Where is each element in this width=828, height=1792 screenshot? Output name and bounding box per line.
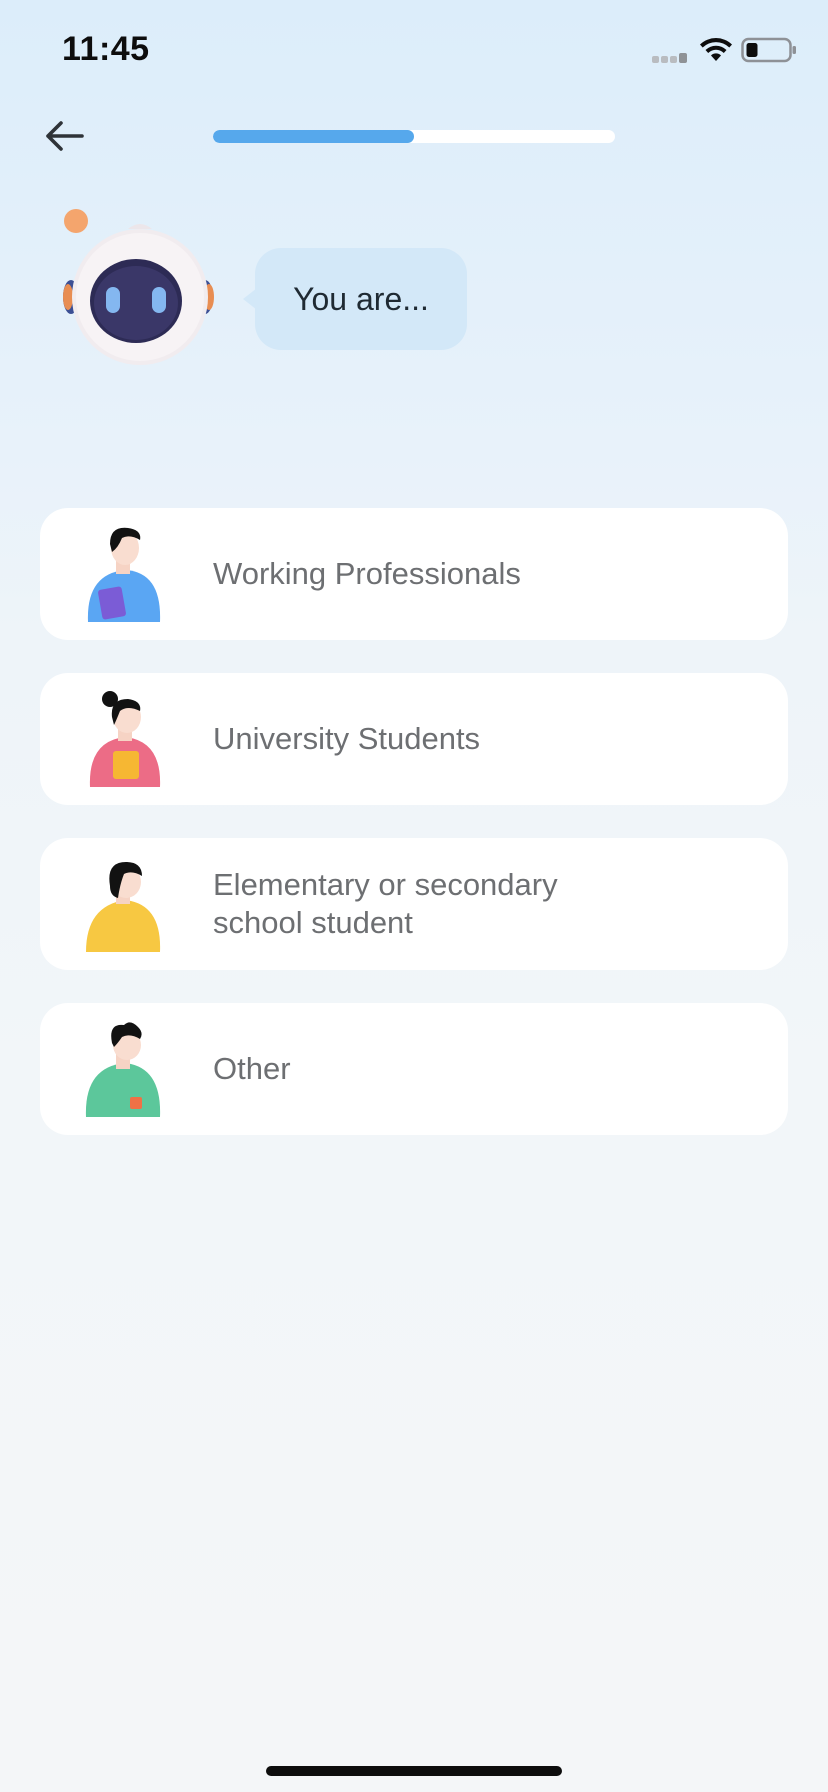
option-working-professionals[interactable]: Working Professionals bbox=[40, 508, 788, 640]
option-label: Other bbox=[213, 1051, 291, 1086]
back-button[interactable] bbox=[38, 112, 90, 160]
home-indicator[interactable] bbox=[266, 1766, 562, 1776]
progress-fill bbox=[213, 130, 414, 143]
signal-icon bbox=[652, 50, 689, 68]
battery-icon bbox=[741, 37, 797, 68]
person-green-shirt-icon bbox=[80, 1021, 170, 1117]
progress-bar bbox=[213, 130, 615, 143]
option-school-student[interactable]: Elementary or secondary school student bbox=[40, 838, 788, 970]
speech-bubble: You are... bbox=[243, 248, 467, 350]
option-label: University Students bbox=[213, 721, 481, 756]
option-other[interactable]: Other bbox=[40, 1003, 788, 1135]
arrow-left-icon bbox=[46, 121, 84, 151]
robot-mascot-icon bbox=[60, 205, 220, 365]
status-time: 11:45 bbox=[62, 30, 150, 68]
wifi-icon bbox=[699, 37, 733, 68]
prompt-text: You are... bbox=[293, 280, 429, 317]
option-label: Working Professionals bbox=[213, 556, 521, 591]
role-options-list: Working Professionals University Student… bbox=[40, 508, 788, 1168]
option-label: Elementary or secondary school student bbox=[213, 867, 558, 940]
child-yellow-shirt-icon bbox=[80, 856, 170, 952]
woman-pink-shirt-icon bbox=[80, 691, 170, 787]
man-blue-shirt-icon bbox=[80, 526, 170, 622]
option-university-students[interactable]: University Students bbox=[40, 673, 788, 805]
status-bar: 11:45 bbox=[0, 0, 828, 100]
